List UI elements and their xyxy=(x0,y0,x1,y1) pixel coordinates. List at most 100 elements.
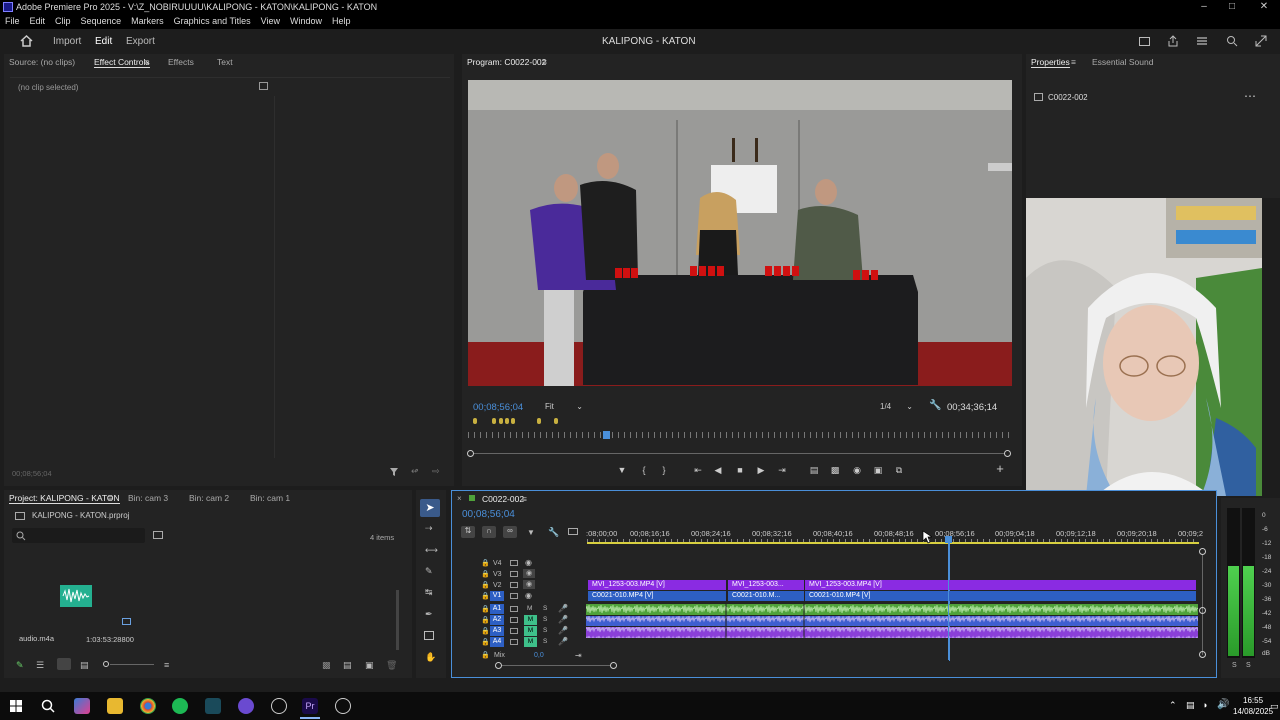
sync-lock-icon[interactable] xyxy=(510,639,518,645)
marker[interactable] xyxy=(554,418,558,424)
wifi-icon[interactable]: ◑ xyxy=(1202,700,1207,710)
rectangle-tool-icon[interactable] xyxy=(424,631,434,640)
discord-icon[interactable] xyxy=(238,698,254,714)
freeform-view-icon[interactable]: ▤ xyxy=(80,660,89,671)
linked-selection-icon[interactable]: ∞ xyxy=(503,526,517,538)
mute-button-a2[interactable]: M xyxy=(524,615,537,625)
tab-properties[interactable]: Properties xyxy=(1031,57,1070,68)
minimize-button[interactable]: – xyxy=(1190,0,1218,14)
zoom-handle-left[interactable] xyxy=(467,450,474,457)
maximize-button[interactable]: □ xyxy=(1218,0,1246,14)
search-icon[interactable] xyxy=(41,699,55,713)
windows-start-icon[interactable] xyxy=(10,700,22,712)
solo-button-a3[interactable]: S xyxy=(543,627,547,634)
menu-edit[interactable]: Edit xyxy=(25,14,51,29)
sync-lock-icon[interactable] xyxy=(510,571,518,577)
snap-icon[interactable]: ∩ xyxy=(482,526,496,538)
program-playhead-timecode[interactable]: 00;08;56;04 xyxy=(473,402,523,413)
tab-project[interactable]: Project: KALIPONG - KATON xyxy=(9,493,120,504)
close-button[interactable]: ✕ xyxy=(1250,0,1278,14)
share-icon[interactable] xyxy=(1167,35,1179,47)
panel-menu-icon[interactable]: ≡ xyxy=(522,494,527,504)
export-frame-icon[interactable]: ⇨ xyxy=(432,466,440,477)
lock-icon[interactable]: 🔒 xyxy=(481,605,490,613)
tab-bin-cam1[interactable]: Bin: cam 1 xyxy=(250,493,290,503)
menu-window[interactable]: Window xyxy=(285,14,327,29)
obs-icon[interactable] xyxy=(271,698,287,714)
copilot-icon[interactable] xyxy=(74,698,90,714)
stop-icon[interactable]: ■ xyxy=(734,464,746,476)
marker[interactable] xyxy=(511,418,515,424)
solo-button-a4[interactable]: S xyxy=(543,638,547,645)
go-to-in-icon[interactable]: ⇤ xyxy=(692,464,704,476)
sync-lock-icon[interactable] xyxy=(510,628,518,634)
sync-lock-icon[interactable] xyxy=(510,617,518,623)
program-video-frame[interactable] xyxy=(468,80,1012,386)
solo-left-button[interactable]: S xyxy=(1232,662,1237,669)
fullscreen-icon[interactable] xyxy=(1255,35,1267,47)
sync-lock-icon[interactable] xyxy=(510,593,518,599)
mute-button-a4[interactable]: M xyxy=(524,637,537,647)
project-search-input[interactable] xyxy=(12,528,145,543)
taskbar-time[interactable]: 16:55 xyxy=(1243,696,1263,705)
solo-button-a2[interactable]: S xyxy=(543,616,547,623)
sort-icons-icon[interactable]: ≡ xyxy=(164,660,169,670)
resolution-dropdown[interactable]: 1/4 ⌄ xyxy=(877,400,917,413)
eye-off-icon[interactable]: ◉ xyxy=(523,569,535,578)
vertical-zoom-handle-top[interactable] xyxy=(1199,548,1206,555)
lock-icon[interactable]: 🔒 xyxy=(481,581,490,589)
premiere-pro-icon[interactable]: Pr xyxy=(302,698,318,714)
go-to-end-icon[interactable]: ⇥ xyxy=(575,651,582,660)
button-editor-plus-icon[interactable]: + xyxy=(994,462,1006,475)
notifications-icon[interactable]: ▭ xyxy=(1270,701,1279,712)
panel-layout-icon[interactable] xyxy=(1139,37,1150,46)
menu-file[interactable]: File xyxy=(0,14,25,29)
close-tab-icon[interactable]: × xyxy=(457,494,462,503)
menu-markers[interactable]: Markers xyxy=(126,14,169,29)
lock-icon[interactable]: 🔒 xyxy=(481,616,490,624)
sync-lock-icon[interactable] xyxy=(510,606,518,612)
eye-icon[interactable]: ◉ xyxy=(525,591,532,600)
play-audio-icon[interactable]: ↫ xyxy=(411,466,419,477)
solo-button-a1[interactable]: S xyxy=(543,605,547,612)
menu-graphics[interactable]: Graphics and Titles xyxy=(169,14,256,29)
more-options-icon[interactable]: ⋯ xyxy=(1244,89,1256,103)
track-select-tool-icon[interactable]: ⇢ xyxy=(425,523,433,534)
slip-tool-icon[interactable]: ↹ xyxy=(425,587,433,598)
tab-effects[interactable]: Effects xyxy=(168,57,194,67)
mark-out-icon[interactable]: } xyxy=(658,464,670,476)
sync-lock-icon[interactable] xyxy=(510,560,518,566)
clip-v2[interactable]: MVI_1253-003.MP4 [V] xyxy=(588,580,726,590)
tab-bin-cam3[interactable]: Bin: cam 3 xyxy=(128,493,168,503)
list-view-icon[interactable]: ☰ xyxy=(36,660,44,671)
menu-view[interactable]: View xyxy=(256,14,285,29)
ripple-edit-tool-icon[interactable]: ⟷ xyxy=(425,545,438,556)
go-to-out-icon[interactable]: ⇥ xyxy=(776,464,788,476)
pencil-icon[interactable]: ✎ xyxy=(16,660,24,671)
menu-sequence[interactable]: Sequence xyxy=(76,14,127,29)
network-icon[interactable]: ▤ xyxy=(1186,700,1195,711)
panel-menu-icon[interactable]: ≡ xyxy=(108,493,113,503)
mark-in-icon[interactable]: { xyxy=(638,464,650,476)
lock-icon[interactable]: 🔒 xyxy=(481,651,490,659)
captions-icon[interactable] xyxy=(568,528,578,535)
marker[interactable] xyxy=(537,418,541,424)
settings-wrench-icon[interactable]: 🔧 xyxy=(929,400,941,411)
sync-lock-icon[interactable] xyxy=(510,582,518,588)
marker[interactable] xyxy=(499,418,503,424)
chrome-icon[interactable] xyxy=(140,698,156,714)
project-scrollbar[interactable] xyxy=(396,590,399,650)
razor-tool-icon[interactable]: ✎ xyxy=(425,566,433,577)
lock-icon[interactable]: 🔒 xyxy=(481,592,490,600)
timeline-timecode[interactable]: 00;08;56;04 xyxy=(462,509,515,520)
edit-tab[interactable]: Edit xyxy=(95,36,112,47)
zoom-slider[interactable] xyxy=(110,664,154,665)
menu-clip[interactable]: Clip xyxy=(50,14,76,29)
track-target-a2[interactable]: A2 xyxy=(490,615,504,625)
panel-menu-icon[interactable]: ≡ xyxy=(542,57,547,67)
tab-source[interactable]: Source: (no clips) xyxy=(9,57,75,67)
camera-icon[interactable]: ◉ xyxy=(851,464,863,476)
program-playhead[interactable] xyxy=(603,431,610,439)
lock-icon[interactable]: 🔒 xyxy=(481,559,490,567)
selection-tool-icon[interactable]: ➤ xyxy=(420,499,440,517)
